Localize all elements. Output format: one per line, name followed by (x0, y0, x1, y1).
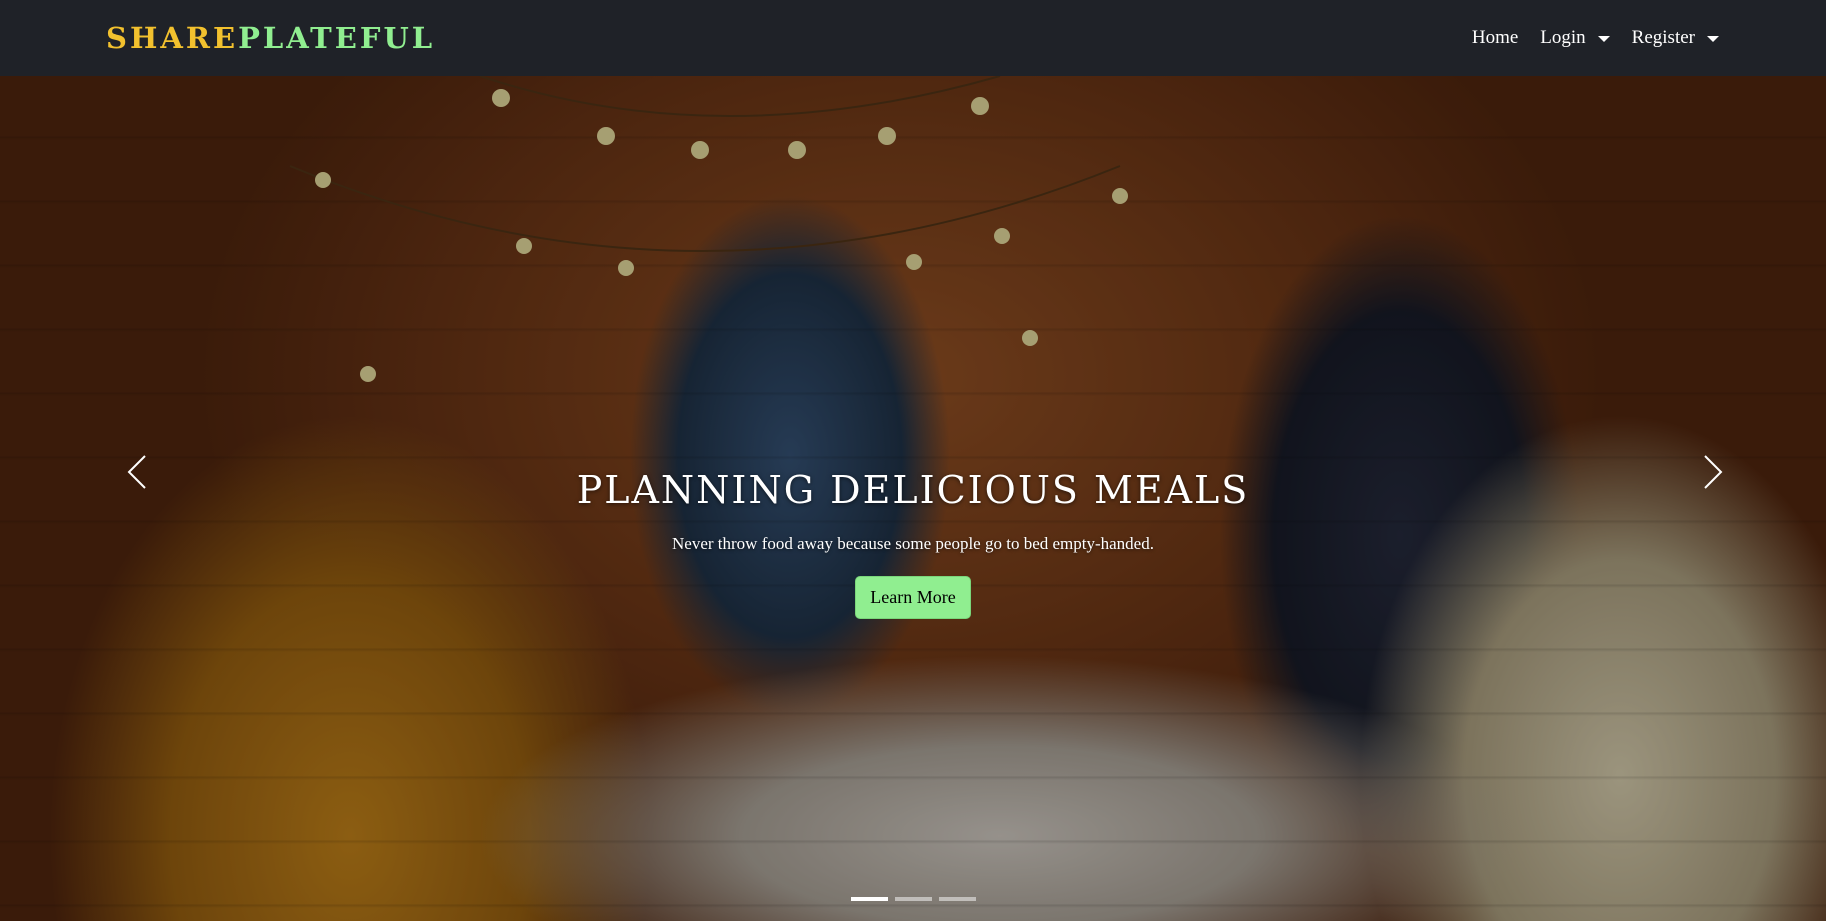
chevron-right-icon (1704, 455, 1723, 489)
carousel-caption: PLANNING DELICIOUS MEALS Never throw foo… (0, 468, 1826, 619)
carousel-prev-button[interactable] (107, 432, 167, 512)
learn-more-button[interactable]: Learn More (855, 576, 971, 619)
top-navbar: SHAREPLATEFUL Home Login Register (0, 0, 1826, 76)
nav-links: Home Login Register (1472, 27, 1719, 49)
brand-logo[interactable]: SHAREPLATEFUL (106, 20, 436, 55)
carousel-indicator-2[interactable] (894, 897, 932, 901)
nav-register-label: Register (1631, 27, 1695, 48)
carousel-indicator-3[interactable] (938, 897, 976, 901)
chevron-left-icon (127, 455, 146, 489)
brand-part-share: SHARE (106, 20, 239, 55)
caret-down-icon (1707, 36, 1719, 42)
nav-home-link[interactable]: Home (1472, 27, 1518, 49)
nav-login-label: Login (1540, 27, 1586, 48)
caret-down-icon (1597, 36, 1610, 42)
carousel-indicators (0, 897, 1826, 901)
nav-login-dropdown[interactable]: Login (1540, 27, 1610, 49)
carousel-title: PLANNING DELICIOUS MEALS (576, 468, 1250, 512)
nav-home-label: Home (1471, 27, 1519, 48)
carousel-indicator-1[interactable] (850, 897, 888, 901)
brand-part-plateful: PLATEFUL (238, 20, 436, 55)
carousel-next-button[interactable] (1683, 432, 1743, 512)
carousel-subtitle: Never throw food away because some peopl… (672, 534, 1154, 553)
nav-register-dropdown[interactable]: Register (1632, 27, 1719, 49)
hero-carousel: PLANNING DELICIOUS MEALS Never throw foo… (0, 76, 1826, 921)
